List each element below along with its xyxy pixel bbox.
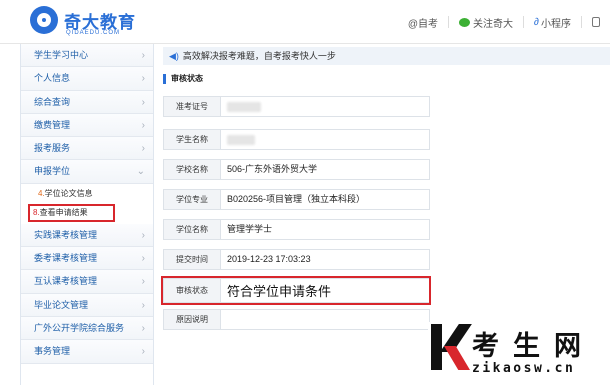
redacted-value <box>227 101 261 112</box>
chevron-right-icon: › <box>141 276 145 288</box>
notice-bar: ◀) 高效解决报考难题，自考报考快人一步 <box>163 47 610 65</box>
sidebar-subitem-thesis-info[interactable]: 4.学位论文信息 <box>21 183 153 204</box>
header-links: @自考 关注奇大 ∂ 小程序 <box>398 16 610 30</box>
field-label: 学位专业 <box>163 189 221 210</box>
field-value <box>221 129 430 150</box>
field-value <box>221 309 430 330</box>
field-label: 学校名称 <box>163 159 221 180</box>
top-header: 奇大教育 QIDAEDU.COM @自考 关注奇大 ∂ 小程序 <box>0 0 610 44</box>
link-more[interactable] <box>581 16 610 28</box>
speaker-icon: ◀) <box>169 51 179 61</box>
highlight-box <box>161 276 431 305</box>
field-value: 506-广东外语外贸大学 <box>221 159 430 180</box>
chevron-down-icon: ⌄ <box>136 166 145 178</box>
sidebar-item-practice[interactable]: 实践课考核管理 › <box>21 223 153 248</box>
sidebar-item-exam-service[interactable]: 报考服务 › <box>21 137 153 161</box>
chevron-right-icon: › <box>141 299 145 311</box>
logo-subtitle: QIDAEDU.COM <box>66 30 121 36</box>
link-zikao[interactable]: @自考 <box>398 16 448 30</box>
chevron-right-icon: › <box>141 253 145 265</box>
section-title: 审核状态 <box>163 74 203 84</box>
field-label: 学位名称 <box>163 219 221 240</box>
wechat-icon <box>459 17 471 27</box>
site-logo[interactable]: 奇大教育 QIDAEDU.COM <box>30 6 140 38</box>
sidebar-item-affairs[interactable]: 事务管理 › <box>21 340 153 364</box>
chevron-right-icon: › <box>141 73 145 85</box>
sidebar-item-payment[interactable]: 缴费管理 › <box>21 113 153 138</box>
chevron-right-icon: › <box>141 119 145 131</box>
sidebar-subitem-view-result[interactable]: 8.查看申请结果 <box>28 203 115 222</box>
field-label: 提交时间 <box>163 249 221 270</box>
field-label: 准考证号 <box>163 96 221 117</box>
field-value: 2019-12-23 17:03:23 <box>221 249 430 270</box>
sidebar-item-degree[interactable]: 申报学位 ⌄ <box>21 160 153 184</box>
chevron-right-icon: › <box>141 346 145 358</box>
chevron-right-icon: › <box>141 143 145 155</box>
watermark-title: 考生网 <box>472 331 595 362</box>
link-miniprogram[interactable]: ∂ 小程序 <box>523 16 581 30</box>
chevron-right-icon: › <box>141 96 145 108</box>
app-icon <box>592 17 600 27</box>
link-follow[interactable]: 关注奇大 <box>448 16 523 30</box>
chevron-right-icon: › <box>141 50 145 61</box>
sidebar-menu: 学生学习中心 › 个人信息 › 综合查询 › 缴费管理 › 报考服务 › 申报学位 ⌄ 4.… <box>20 44 154 385</box>
sidebar-item-open-college[interactable]: 广外公开学院综合服务 › <box>21 316 153 341</box>
field-value: B020256-项目管理（独立本科段） <box>221 189 430 210</box>
sidebar-item-mutual[interactable]: 互认课考核管理 › <box>21 270 153 294</box>
chevron-right-icon: › <box>141 322 145 334</box>
sidebar-item-personal-info[interactable]: 个人信息 › <box>21 67 153 91</box>
sidebar-item-query[interactable]: 综合查询 › <box>21 90 153 114</box>
watermark-logo-icon <box>428 322 472 372</box>
field-label: 学生名称 <box>163 129 221 150</box>
watermark-url: zikaosw.cn <box>472 361 576 376</box>
sidebar-item-commissioned[interactable]: 委考课考核管理 › <box>21 247 153 271</box>
watermark: 考生网 zikaosw.cn <box>428 322 610 385</box>
sidebar-item-thesis[interactable]: 毕业论文管理 › <box>21 293 153 317</box>
field-value: 管理学学士 <box>221 219 430 240</box>
field-value <box>221 96 430 117</box>
sidebar-item-study-center[interactable]: 学生学习中心 › <box>21 44 153 68</box>
logo-icon <box>30 6 58 34</box>
miniprogram-icon: ∂ <box>534 16 539 28</box>
chevron-right-icon: › <box>141 229 145 241</box>
redacted-value <box>227 134 255 145</box>
field-label: 原因说明 <box>163 309 221 330</box>
